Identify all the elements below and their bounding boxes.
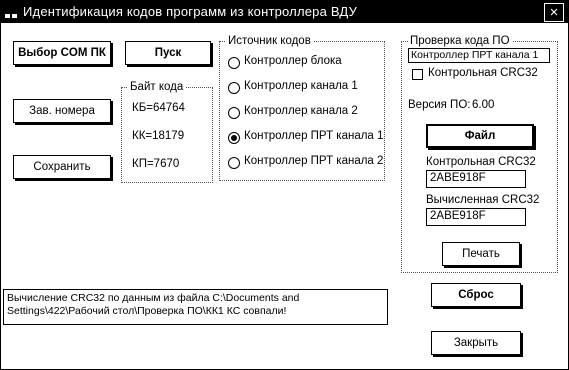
radio-button-selected[interactable] (228, 132, 240, 144)
main-window: Идентификация кодов программ из контролл… (0, 0, 569, 370)
save-button[interactable]: Сохранить (13, 155, 111, 179)
close-icon[interactable]: × (544, 3, 564, 22)
kk-value: КК=18179 (132, 130, 185, 142)
source-option-label: Контроллер ПРТ канала 1 (244, 130, 384, 142)
print-button[interactable]: Печать (442, 242, 520, 266)
computed-crc-field[interactable]: 2ABE918F (426, 208, 526, 226)
radio-button[interactable] (228, 82, 240, 94)
window-title: Идентификация кодов программ из контролл… (23, 4, 358, 19)
source-option-label: Контроллер канала 2 (244, 105, 358, 117)
status-message: Вычисление CRC32 по данным из файла C:\D… (3, 289, 388, 325)
selected-source-field: Контроллер ПРТ канала 1 (408, 48, 550, 63)
code-check-group: Проверка кода ПО Контроллер ПРТ канала 1… (401, 35, 558, 273)
code-source-group: Источник кодов Контроллер блока Контролл… (219, 35, 385, 181)
reset-button[interactable]: Сброс (431, 283, 521, 307)
crc-checkbox[interactable] (412, 69, 423, 80)
computed-crc-label: Вычисленная CRC32 (426, 194, 540, 206)
kp-value: КП=7670 (132, 158, 180, 170)
crc-checkbox-label: Контрольная CRC32 (428, 67, 538, 79)
code-source-title: Источник кодов (226, 35, 313, 47)
byte-code-group: Байт кода КБ=64764 КК=18179 КП=7670 (121, 81, 213, 183)
app-icon (5, 14, 17, 18)
radio-button[interactable] (228, 57, 240, 69)
file-button[interactable]: Файл (426, 124, 534, 148)
control-crc-field[interactable]: 2ABE918F (426, 170, 526, 188)
code-check-title: Проверка кода ПО (408, 35, 512, 47)
source-option-label: Контроллер блока (244, 55, 342, 67)
serial-number-button[interactable]: Зав. номера (13, 99, 111, 123)
kb-value: КБ=64764 (132, 102, 185, 114)
radio-button[interactable] (228, 157, 240, 169)
radio-button[interactable] (228, 107, 240, 119)
com-port-button[interactable]: Выбор COM ПК (13, 41, 111, 65)
version-value: 6.00 (472, 99, 495, 111)
start-button[interactable]: Пуск (125, 41, 211, 65)
byte-code-title: Байт кода (128, 81, 186, 93)
control-crc-label: Контрольная CRC32 (426, 156, 536, 168)
source-option-label: Контроллер ПРТ канала 2 (244, 155, 384, 167)
title-bar[interactable]: Идентификация кодов программ из контролл… (1, 1, 568, 23)
close-button[interactable]: Закрыть (431, 331, 521, 355)
source-option-label: Контроллер канала 1 (244, 80, 358, 92)
version-label: Версия ПО: (408, 99, 471, 111)
